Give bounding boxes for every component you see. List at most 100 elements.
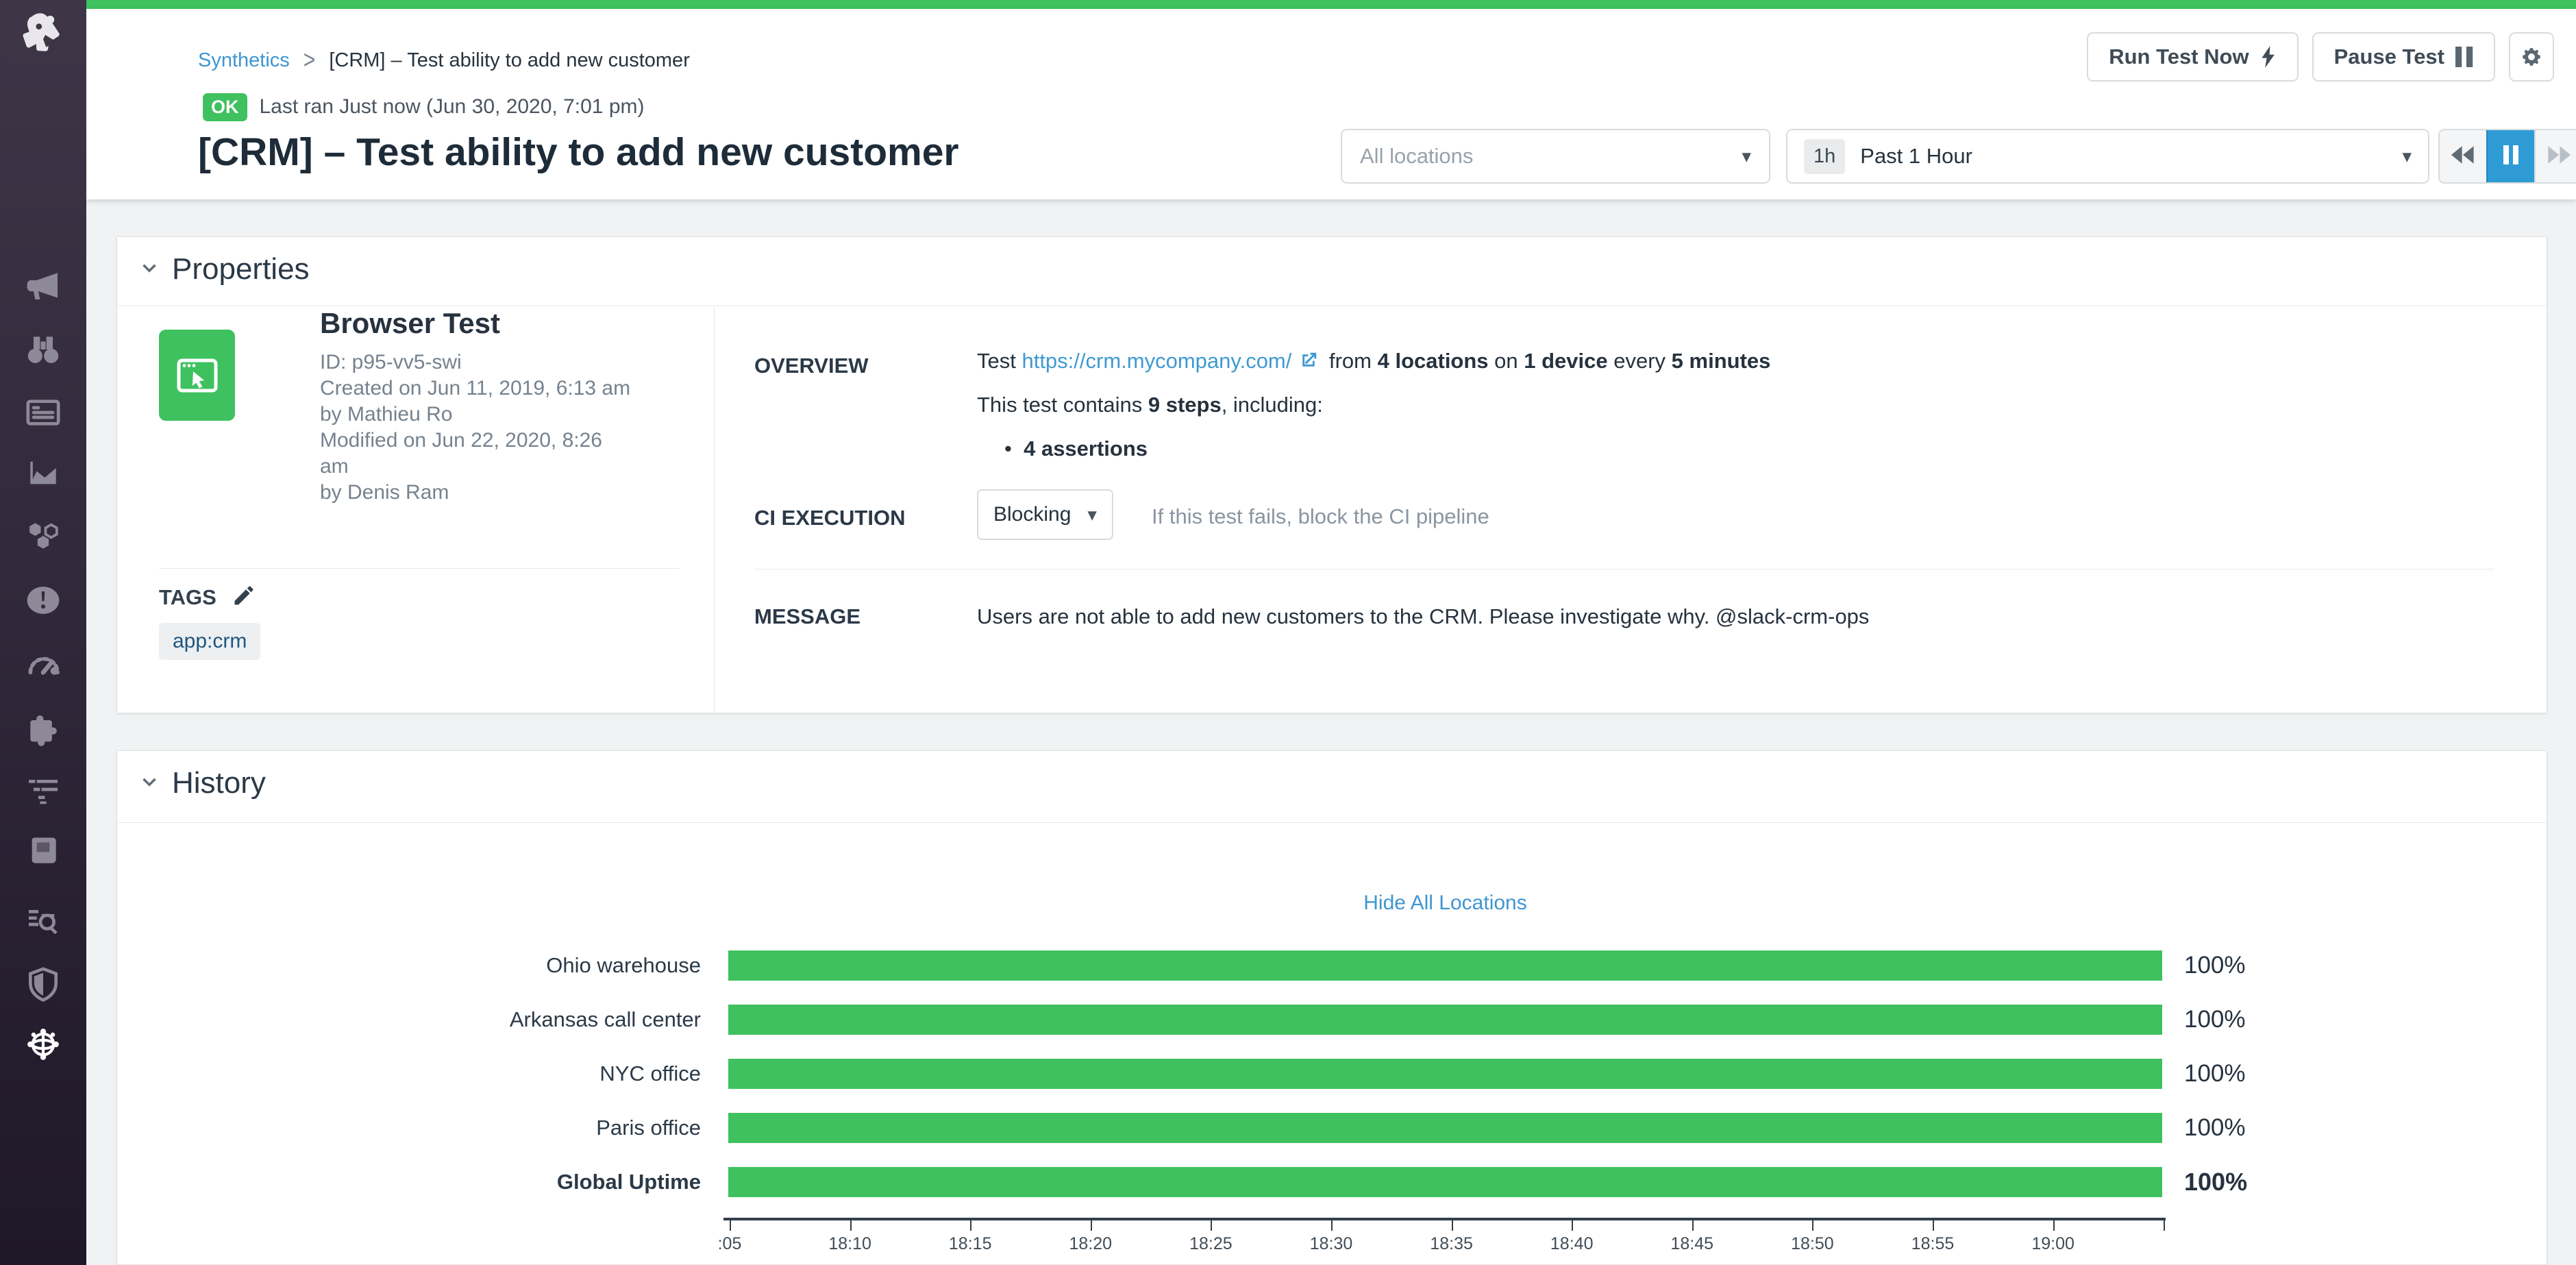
tag-app-crm[interactable]: app:crm xyxy=(159,623,260,660)
pause-test-button[interactable]: Pause Test xyxy=(2312,32,2495,82)
monitors-alert-icon[interactable] xyxy=(24,581,62,619)
uptime-value: 100% xyxy=(2184,952,2246,979)
axis-tick xyxy=(2053,1220,2055,1231)
overview-line-1: Test https://crm.mycompany.com/ from 4 l… xyxy=(977,349,1770,376)
fast-forward-icon xyxy=(2547,146,2571,167)
breadcrumb-separator-icon: > xyxy=(304,46,316,75)
overview-line-2: This test contains 9 steps, including: xyxy=(977,393,1323,417)
properties-heading: Properties xyxy=(172,252,310,286)
breadcrumb: Synthetics > [CRM] – Test ability to add… xyxy=(198,49,690,72)
axis-tick xyxy=(1211,1220,1212,1231)
ci-execution-label: CI EXECUTION xyxy=(754,506,905,530)
header-actions: Run Test Now Pause Test xyxy=(2087,32,2554,82)
ci-blocking-select[interactable]: Blocking ▾ xyxy=(977,489,1113,540)
chevron-down-icon: ▾ xyxy=(1087,504,1097,526)
run-test-now-button[interactable]: Run Test Now xyxy=(2087,32,2298,82)
dashboards-icon[interactable] xyxy=(24,393,62,432)
history-bar-row: Arkansas call center100% xyxy=(117,1005,2247,1035)
chevron-down-icon: ▾ xyxy=(2402,146,2412,167)
axis-tick xyxy=(1452,1220,1453,1231)
infrastructure-hexagons-icon[interactable] xyxy=(24,517,62,555)
properties-card: Properties Browser Test ID: p95-vv5-swiC… xyxy=(116,236,2547,713)
uptime-bar[interactable] xyxy=(728,1167,2162,1197)
uptime-bar[interactable] xyxy=(728,1059,2162,1089)
test-type-title: Browser Test xyxy=(320,307,500,340)
history-bar-row: Paris office 100% xyxy=(117,1113,2247,1143)
apm-gauge-icon[interactable] xyxy=(24,647,62,685)
tags-label: TAGS xyxy=(159,585,216,610)
uptime-bar[interactable] xyxy=(728,1113,2162,1143)
history-heading: History xyxy=(172,766,266,800)
axis-tick-label: 18:50 xyxy=(1764,1234,1860,1254)
axis-tick-label: 18:45 xyxy=(1644,1234,1740,1254)
axis-tick xyxy=(1933,1220,1934,1231)
message-label: MESSAGE xyxy=(754,604,860,629)
uptime-value: 100% xyxy=(2184,1168,2247,1196)
ci-blocking-value: Blocking xyxy=(993,503,1071,526)
synthetics-test-detail-page: Synthetics > [CRM] – Test ability to add… xyxy=(0,0,2576,1265)
axis-tick xyxy=(1812,1220,1813,1231)
history-bar-row: Ohio warehouse 100% xyxy=(117,950,2247,981)
divider xyxy=(117,822,2547,823)
status-row: OK Last ran Just now (Jun 30, 2020, 7:01… xyxy=(203,91,645,123)
properties-section-toggle[interactable]: Properties xyxy=(138,252,310,286)
uptime-bar[interactable] xyxy=(728,950,2162,981)
axis-tick xyxy=(1331,1220,1333,1231)
timeframe-chip: 1h xyxy=(1804,139,1845,174)
uptime-bar[interactable] xyxy=(728,1005,2162,1035)
integrations-puzzle-icon[interactable] xyxy=(24,711,62,749)
location-label[interactable]: Global Uptime xyxy=(117,1170,701,1194)
axis-tick xyxy=(730,1220,731,1231)
divider xyxy=(159,568,679,569)
chevron-down-icon xyxy=(138,770,161,797)
hide-all-locations-link[interactable]: Hide All Locations xyxy=(728,892,2162,915)
external-link-icon[interactable] xyxy=(1298,350,1319,376)
tags-row: TAGS xyxy=(159,583,256,611)
notebooks-icon[interactable] xyxy=(24,831,62,870)
uptime-value: 100% xyxy=(2184,1114,2246,1142)
sidebar xyxy=(0,0,86,1265)
binoculars-icon[interactable] xyxy=(24,330,62,369)
time-axis: :0518:1018:1518:2018:2518:3018:3518:4018… xyxy=(723,1218,2166,1252)
logs-pipeline-icon[interactable] xyxy=(24,770,62,809)
uptime-bar-chart: Ohio warehouse100%Arkansas call center10… xyxy=(117,950,2247,1221)
test-url-link[interactable]: https://crm.mycompany.com/ xyxy=(1021,349,1291,373)
time-forward-button[interactable] xyxy=(2534,130,2576,182)
status-badge: OK xyxy=(203,93,247,121)
synthetics-globe-icon[interactable] xyxy=(24,1025,62,1064)
overview-bullet-assertions: • 4 assertions xyxy=(1004,437,1148,461)
axis-tick-label: 18:10 xyxy=(802,1234,898,1254)
history-bar-row: Global Uptime 100% xyxy=(117,1167,2247,1197)
time-rewind-button[interactable] xyxy=(2440,130,2486,182)
timeframe-select[interactable]: 1h Past 1 Hour ▾ xyxy=(1786,129,2429,184)
breadcrumb-synthetics-link[interactable]: Synthetics xyxy=(198,49,290,72)
settings-button[interactable] xyxy=(2509,32,2554,82)
axis-tick xyxy=(1091,1220,1092,1231)
log-explorer-search-icon[interactable] xyxy=(24,900,62,939)
megaphone-icon[interactable] xyxy=(24,267,62,305)
lightning-bolt-icon xyxy=(2260,46,2277,68)
location-label[interactable]: Ohio warehouse xyxy=(117,953,701,978)
edit-tags-pencil-icon[interactable] xyxy=(232,583,256,611)
last-ran-text: Last ran Just now (Jun 30, 2020, 7:01 pm… xyxy=(260,95,645,119)
datadog-logo-icon[interactable] xyxy=(18,10,69,60)
metrics-chart-icon[interactable] xyxy=(24,454,62,492)
history-bar-row: NYC office100% xyxy=(117,1059,2247,1089)
axis-tick-label: 18:55 xyxy=(1885,1234,1981,1254)
chevron-down-icon: ▾ xyxy=(1742,146,1751,167)
location-label[interactable]: NYC office xyxy=(117,1061,701,1086)
axis-tick xyxy=(2164,1220,2165,1231)
location-label[interactable]: Arkansas call center xyxy=(117,1007,701,1032)
pause-icon xyxy=(2455,47,2473,67)
security-shield-icon[interactable] xyxy=(24,965,62,1003)
time-pause-button[interactable] xyxy=(2486,130,2534,182)
axis-tick-label: 18:30 xyxy=(1283,1234,1379,1254)
axis-tick-label: 19:00 xyxy=(2005,1234,2101,1254)
message-text: Users are not able to add new customers … xyxy=(977,604,1869,629)
breadcrumb-current: [CRM] – Test ability to add new customer xyxy=(329,49,690,72)
axis-tick-label: 18:40 xyxy=(1524,1234,1620,1254)
history-section-toggle[interactable]: History xyxy=(138,766,266,800)
location-label[interactable]: Paris office xyxy=(117,1116,701,1140)
locations-select[interactable]: All locations ▾ xyxy=(1341,129,1770,184)
overview-label: OVERVIEW xyxy=(754,354,869,378)
